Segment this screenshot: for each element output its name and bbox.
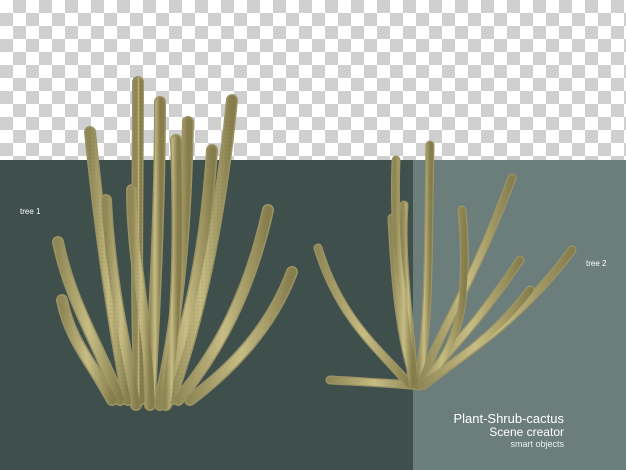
caption-note: smart objects xyxy=(510,439,564,449)
caption-block: Plant-Shrub-cactus Scene creator smart o… xyxy=(453,411,564,450)
cactus-tree-2 xyxy=(313,140,577,391)
tree-1-label: tree 1 xyxy=(20,207,41,216)
cactus-illustration xyxy=(52,76,577,411)
preview-canvas: tree 1 tree 2 Plant-Shrub-cactus Scene c… xyxy=(0,0,626,470)
caption-title: Plant-Shrub-cactus xyxy=(453,411,564,426)
cactus-tree-1 xyxy=(52,76,298,411)
caption-subtitle: Scene creator xyxy=(489,425,564,439)
tree-2-label: tree 2 xyxy=(586,259,607,268)
